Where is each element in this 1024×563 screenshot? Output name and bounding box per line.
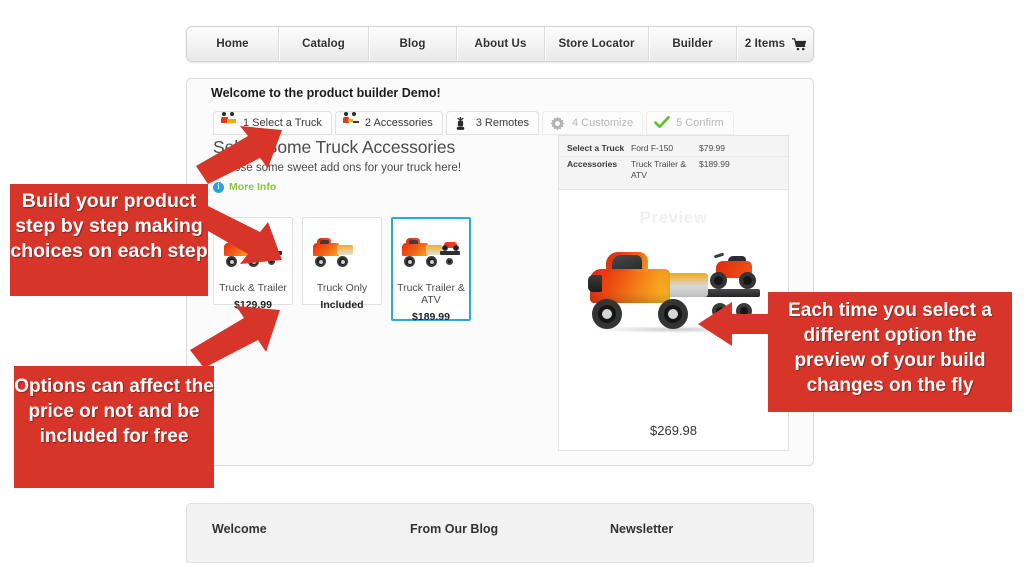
- tab-step-2-accessories[interactable]: 2 Accessories: [334, 111, 443, 135]
- nav-item-store-locator[interactable]: Store Locator: [545, 27, 649, 61]
- summary-key: Accessories: [567, 159, 618, 169]
- checkmark-icon: [654, 116, 670, 130]
- truck-trailer-atv-preview: [559, 184, 788, 389]
- callout-options-affect-price: Options can affect the price or not and …: [14, 366, 214, 488]
- tab-step-3-label: 3 Remotes: [475, 117, 529, 129]
- tab-step-4-label: 4 Customize: [571, 117, 634, 129]
- build-summary-table: Select a Truck Ford F-150 $79.99 Accesso…: [559, 136, 788, 190]
- footer-column-welcome: Welcome: [212, 522, 267, 536]
- option-label: Truck Only: [316, 282, 368, 294]
- option-price: $189.99: [412, 311, 450, 323]
- table-row: Accessories Truck Trailer & ATV $189.99: [559, 156, 788, 183]
- summary-price: $189.99: [699, 159, 730, 169]
- option-card-truck-trailer-and-atv[interactable]: Truck Trailer & ATV $189.99: [391, 217, 471, 323]
- footer-column-from-our-blog: From Our Blog: [410, 522, 499, 536]
- nav-item-home[interactable]: Home: [187, 27, 279, 61]
- total-price: $269.98: [650, 423, 697, 438]
- shopping-cart-icon: [791, 37, 807, 51]
- summary-key: Select a Truck: [567, 143, 625, 153]
- remote-control-icon: [454, 116, 470, 130]
- tab-step-5-label: 5 Confirm: [676, 117, 724, 129]
- nav-item-builder[interactable]: Builder: [649, 27, 737, 61]
- site-footer: Welcome From Our Blog Newsletter: [186, 503, 814, 563]
- summary-value: Ford F-150: [631, 143, 674, 153]
- option-card-truck-only[interactable]: Truck Only Included: [302, 217, 382, 311]
- build-preview-panel: Select a Truck Ford F-150 $79.99 Accesso…: [558, 135, 789, 451]
- footer-column-newsletter: Newsletter: [610, 522, 674, 536]
- nav-item-catalog-label: Catalog: [302, 38, 345, 50]
- tab-step-4-customize[interactable]: 4 Customize: [541, 111, 644, 135]
- gear-icon: [550, 116, 566, 131]
- truck-trailer-icon: [342, 112, 359, 130]
- callout-build-step-by-step: Build your product step by step making c…: [10, 184, 208, 296]
- tab-step-2-label: 2 Accessories: [364, 117, 433, 129]
- nav-item-cart[interactable]: 2 Items: [737, 27, 815, 61]
- truck-only-thumbnail: [308, 226, 376, 278]
- builder-step-tabs: 1 Select a Truck 2 Accessories 3 Remotes…: [213, 111, 737, 135]
- nav-item-about-us[interactable]: About Us: [457, 27, 545, 61]
- option-label: Truck Trailer & ATV: [397, 282, 465, 306]
- tab-step-3-remotes[interactable]: 3 Remotes: [445, 111, 539, 135]
- option-label: Truck & Trailer: [219, 282, 287, 294]
- summary-price: $79.99: [699, 143, 725, 153]
- truck-trailer-atv-thumbnail: [397, 226, 465, 278]
- nav-item-blog[interactable]: Blog: [369, 27, 457, 61]
- page-title: Welcome to the product builder Demo!: [211, 86, 441, 100]
- annotation-arrow-up-right-price: [190, 306, 280, 368]
- main-navigation: Home Catalog Blog About Us Store Locator…: [186, 26, 814, 62]
- table-row: Select a Truck Ford F-150 $79.99: [559, 141, 788, 156]
- tab-step-5-confirm[interactable]: 5 Confirm: [646, 111, 734, 135]
- nav-item-about-us-label: About Us: [474, 38, 527, 50]
- nav-item-catalog[interactable]: Catalog: [279, 27, 369, 61]
- option-price: Included: [320, 299, 364, 311]
- nav-item-blog-label: Blog: [399, 38, 426, 50]
- annotation-arrow-up-right: [196, 126, 282, 184]
- summary-value: Truck Trailer & ATV: [631, 159, 686, 180]
- callout-preview-updates: Each time you select a different option …: [768, 292, 1012, 412]
- nav-item-builder-label: Builder: [672, 38, 713, 50]
- nav-item-store-locator-label: Store Locator: [558, 38, 635, 50]
- nav-item-home-label: Home: [216, 38, 249, 50]
- cart-item-count-label: 2 Items: [744, 38, 786, 50]
- annotation-arrow-down-right: [196, 206, 282, 264]
